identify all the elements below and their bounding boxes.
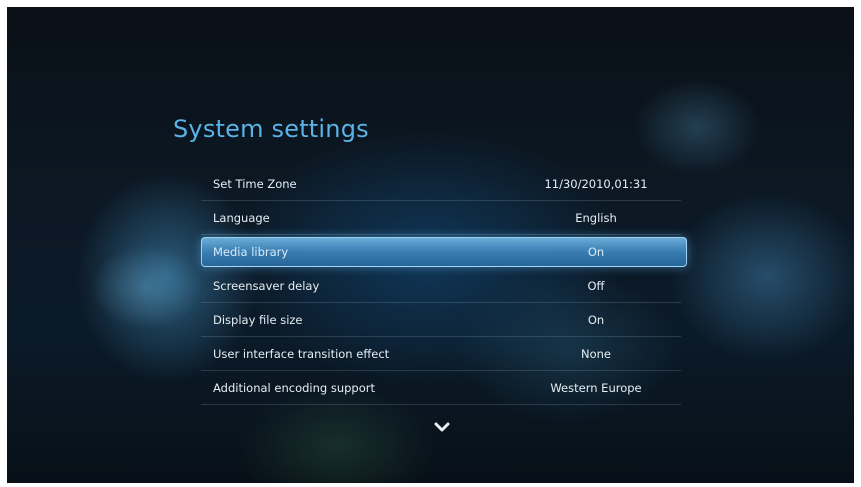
settings-item-display-file-size[interactable]: Display file size On xyxy=(201,303,681,337)
settings-item-value: Off xyxy=(587,279,605,293)
settings-item-label: Additional encoding support xyxy=(213,381,375,395)
settings-item-value: None xyxy=(580,347,611,361)
settings-item-value: On xyxy=(587,313,605,327)
settings-item-label: User interface transition effect xyxy=(213,347,390,361)
settings-item-label: Display file size xyxy=(213,313,303,327)
settings-item-label: Screensaver delay xyxy=(213,279,320,293)
settings-item-label: Language xyxy=(213,211,270,225)
settings-item-ui-transition-effect[interactable]: User interface transition effect None xyxy=(201,337,681,371)
settings-item-value: 11/30/2010,01:31 xyxy=(544,177,648,191)
page-title: System settings xyxy=(173,115,369,143)
settings-item-language[interactable]: Language English xyxy=(201,201,681,235)
settings-item-value: On xyxy=(587,245,605,259)
settings-item-screensaver-delay[interactable]: Screensaver delay Off xyxy=(201,269,681,303)
settings-item-set-time-zone[interactable]: Set Time Zone 11/30/2010,01:31 xyxy=(201,167,681,201)
chevron-down-icon[interactable] xyxy=(434,421,450,433)
settings-item-additional-encoding[interactable]: Additional encoding support Western Euro… xyxy=(201,371,681,405)
settings-item-value: English xyxy=(575,211,617,225)
settings-item-value: Western Europe xyxy=(550,381,642,395)
settings-item-label: Set Time Zone xyxy=(213,177,297,191)
settings-list: Set Time Zone 11/30/2010,01:31 Language … xyxy=(201,167,687,405)
tv-screen: System settings Set Time Zone 11/30/2010… xyxy=(7,7,854,483)
settings-item-label: Media library xyxy=(213,245,289,259)
settings-item-media-library[interactable]: Media library On xyxy=(201,235,687,269)
